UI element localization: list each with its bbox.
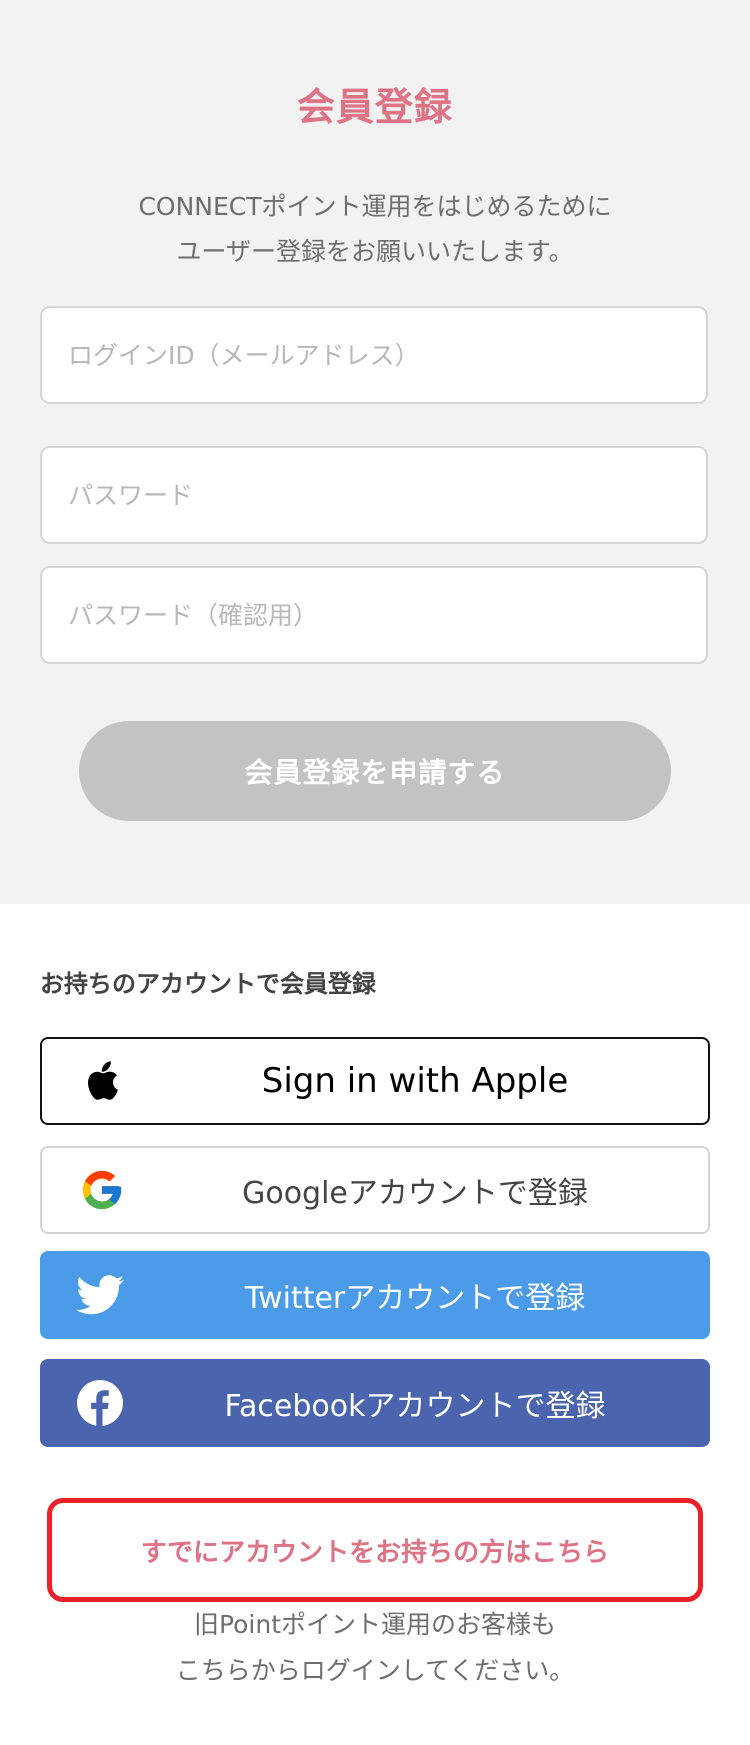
- twitter-register-button[interactable]: Twitterアカウントで登録: [40, 1251, 710, 1339]
- google-register-label: Googleアカウントで登録: [242, 1176, 588, 1211]
- password-input[interactable]: [40, 446, 708, 544]
- legacy-note-line-2: こちらからログインしてください。: [175, 1656, 575, 1685]
- apple-signin-label: Sign in with Apple: [261, 1061, 569, 1101]
- intro-line-1: CONNECTポイント運用をはじめるために: [138, 192, 612, 221]
- twitter-register-label: Twitterアカウントで登録: [244, 1281, 586, 1316]
- existing-account-login-link[interactable]: すでにアカウントをお持ちの方はこちら: [47, 1498, 703, 1602]
- intro-text: CONNECTポイント運用をはじめるために ユーザー登録をお願いいたします。: [0, 184, 750, 274]
- legacy-note-line-1: 旧Pointポイント運用のお客様も: [193, 1610, 557, 1639]
- apple-icon: [76, 1039, 128, 1123]
- registration-section: 会員登録 CONNECTポイント運用をはじめるために ユーザー登録をお願いいたし…: [0, 0, 750, 904]
- legacy-user-note: 旧Pointポイント運用のお客様も こちらからログインしてください。: [0, 1602, 750, 1694]
- apple-signin-button[interactable]: Sign in with Apple: [40, 1037, 710, 1125]
- facebook-register-button[interactable]: Facebookアカウントで登録: [40, 1359, 710, 1447]
- google-icon: [76, 1148, 128, 1232]
- login-id-input[interactable]: [40, 306, 708, 404]
- intro-line-2: ユーザー登録をお願いいたします。: [176, 237, 574, 266]
- social-heading: お持ちのアカウントで会員登録: [40, 970, 376, 998]
- facebook-icon: [74, 1359, 126, 1447]
- google-register-button[interactable]: Googleアカウントで登録: [40, 1146, 710, 1234]
- page-title: 会員登録: [296, 85, 453, 129]
- twitter-icon: [74, 1251, 126, 1339]
- facebook-register-label: Facebookアカウントで登録: [224, 1389, 606, 1424]
- register-submit-button[interactable]: 会員登録を申請する: [79, 721, 671, 821]
- password-confirm-input[interactable]: [40, 566, 708, 664]
